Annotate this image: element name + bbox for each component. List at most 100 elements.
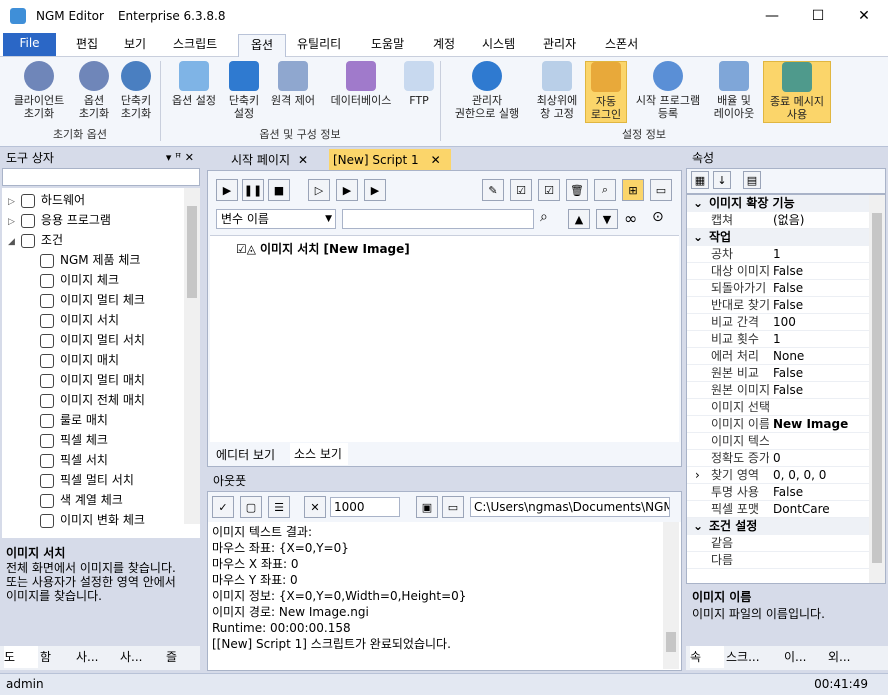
play-icon[interactable]: ▶ — [216, 179, 238, 201]
editor-search-input[interactable] — [342, 209, 534, 229]
property-row[interactable]: 비교 횟수 1 — [687, 331, 869, 348]
move-up-icon[interactable]: ▲ — [568, 209, 590, 229]
toolbox-item[interactable]: NGM 제품 체크 — [40, 250, 140, 270]
tab-external[interactable]: 외... — [828, 646, 884, 668]
maximize-button[interactable]: ☐ — [795, 0, 841, 32]
property-row[interactable]: 원본 이미지 False — [687, 382, 869, 399]
collapse-icon[interactable]: ⌄ — [687, 195, 709, 212]
tab-script[interactable]: 스크립트 — [161, 34, 229, 57]
property-value[interactable]: False — [773, 365, 803, 382]
property-row[interactable]: 투명 사용 False — [687, 484, 869, 501]
expand-icon[interactable]: ◢ — [8, 237, 15, 247]
variable-dropdown[interactable]: 변수 이름 ▼ — [216, 209, 336, 229]
auto-login-button[interactable]: 자동 로그인 — [585, 61, 627, 123]
script-line[interactable]: ☑◬ 이미지 서치 [New Image] — [236, 240, 410, 257]
tab-account[interactable]: 계정 — [421, 34, 467, 57]
computer-icon[interactable]: ▭ — [650, 179, 672, 201]
property-row[interactable]: › 찾기 영역 0, 0, 0, 0 — [687, 467, 869, 484]
tab-utility[interactable]: 유틸리티 — [285, 34, 353, 57]
remote-control-button[interactable]: 원격 제어 — [264, 61, 322, 107]
close-button[interactable]: ✕ — [841, 0, 887, 32]
property-row[interactable]: 이미지 선택 — [687, 399, 869, 416]
exit-message-button[interactable]: 종료 메시지 사용 — [763, 61, 831, 123]
close-icon[interactable]: ✕ — [298, 153, 308, 167]
edit-icon[interactable]: ✎ — [482, 179, 504, 201]
alphabetical-icon[interactable]: ↓ — [713, 171, 731, 189]
eraser-icon[interactable]: ✕ — [304, 496, 326, 518]
toolbox-item[interactable]: 이미지 변화 체크 — [40, 510, 145, 530]
tab-file[interactable]: File — [3, 33, 56, 56]
new-file-icon[interactable]: ▢ — [240, 496, 262, 518]
toolbox-item[interactable]: 색 계열 체크 — [40, 490, 123, 510]
property-row[interactable]: 정확도 증가 0 — [687, 450, 869, 467]
topmost-button[interactable]: 최상위에 창 고정 — [530, 61, 584, 120]
property-row[interactable]: 같음 — [687, 535, 869, 552]
tab-function[interactable]: 함 — [40, 646, 72, 668]
toolbox-scrollbar[interactable] — [184, 188, 200, 524]
tab-view[interactable]: 보기 — [112, 34, 158, 57]
property-row[interactable]: 이미지 텍스트 — [687, 433, 869, 450]
clear-icon[interactable]: ✓ — [212, 496, 234, 518]
property-value[interactable]: False — [773, 263, 803, 280]
find-icon[interactable]: ⌕ — [594, 179, 616, 201]
startup-register-button[interactable]: 시작 프로그램 등록 — [628, 61, 708, 120]
property-value[interactable]: False — [773, 484, 803, 501]
tab-system[interactable]: 시스템 — [470, 34, 527, 57]
more-icon[interactable]: ⊙ — [652, 209, 664, 225]
property-value[interactable]: False — [773, 382, 803, 399]
tab-editor-view[interactable]: 에디터 보기 — [212, 444, 288, 466]
toolbox-item[interactable]: ◢ 조건 — [8, 230, 63, 250]
toolbox-item[interactable]: 이미지 멀티 서치 — [40, 330, 145, 350]
property-value[interactable]: None — [773, 348, 804, 365]
toolbox-item[interactable]: 이미지 멀티 체크 — [40, 290, 145, 310]
property-category[interactable]: ⌄ 조건 설정 — [687, 518, 869, 535]
step-icon[interactable]: ▷ — [308, 179, 330, 201]
scale-layout-button[interactable]: 배율 및 레이아웃 — [708, 61, 760, 120]
ftp-button[interactable]: FTP — [400, 61, 438, 107]
tab-admin[interactable]: 관리자 — [531, 34, 588, 57]
property-row[interactable]: 되돌아가기 False — [687, 280, 869, 297]
expand-icon[interactable]: ▷ — [8, 197, 15, 207]
option-settings-button[interactable]: 옵션 설정 — [164, 61, 224, 107]
checkbox-icon[interactable]: ☑ — [236, 242, 247, 256]
property-row[interactable]: 공차 1 — [687, 246, 869, 263]
property-row[interactable]: 캡쳐 (없음) — [687, 212, 869, 229]
client-reset-button[interactable]: 클라이언트 초기화 — [4, 61, 74, 120]
toolbox-item[interactable]: 룰로 매치 — [40, 410, 108, 430]
property-value[interactable]: 1 — [773, 331, 781, 348]
collapse-icon[interactable]: ⌄ — [687, 518, 709, 535]
tab-sponsor[interactable]: 스폰서 — [593, 34, 650, 57]
property-value[interactable]: 0, 0, 0, 0 — [773, 467, 826, 484]
hotkey-settings-button[interactable]: 단축키 설정 — [224, 61, 264, 120]
categorized-icon[interactable]: ▦ — [691, 171, 709, 189]
tab-options[interactable]: 옵션 — [238, 34, 287, 57]
toolbox-item[interactable]: ▷ 응용 프로그램 — [8, 210, 111, 230]
property-value[interactable]: 1 — [773, 246, 781, 263]
run-line-icon[interactable]: ▶ — [364, 179, 386, 201]
move-down-icon[interactable]: ▼ — [596, 209, 618, 229]
save-icon[interactable]: ▣ — [416, 496, 438, 518]
tab-help[interactable]: 도움말 — [359, 34, 416, 57]
tab-images[interactable]: 이... — [784, 646, 824, 668]
toolbox-item[interactable]: 이미지 멀티 매치 — [40, 370, 145, 390]
property-row[interactable]: 비교 간격 100 — [687, 314, 869, 331]
output-scrollbar[interactable] — [663, 522, 679, 669]
infinity-icon[interactable]: ∞ — [624, 209, 637, 228]
search-icon[interactable]: ⌕ — [540, 209, 562, 229]
toolbox-item[interactable]: 이미지 매치 — [40, 350, 119, 370]
property-row[interactable]: 원본 비교 False — [687, 365, 869, 382]
tab-user[interactable]: 사... — [76, 646, 116, 668]
folder-icon[interactable]: ▭ — [442, 496, 464, 518]
run-as-admin-button[interactable]: 관리자 권한으로 실행 — [444, 61, 530, 120]
tab-toolbox[interactable]: 도 — [4, 646, 38, 668]
tab-favorites[interactable]: 즐 — [166, 646, 196, 668]
toolbox-item[interactable]: 픽셀 체크 — [40, 430, 108, 450]
property-row[interactable]: 픽셀 포맷 DontCare — [687, 501, 869, 518]
tree-icon[interactable]: ⊞ — [622, 179, 644, 201]
toolbox-item[interactable]: 이미지 체크 — [40, 270, 119, 290]
tab-source-view[interactable]: 소스 보기 — [290, 443, 348, 465]
pause-icon[interactable]: ❚❚ — [242, 179, 264, 201]
property-row[interactable]: 이미지 이름 New Image — [687, 416, 869, 433]
delete-icon[interactable]: 🗑 — [566, 179, 588, 201]
minimize-button[interactable]: — — [749, 0, 795, 32]
